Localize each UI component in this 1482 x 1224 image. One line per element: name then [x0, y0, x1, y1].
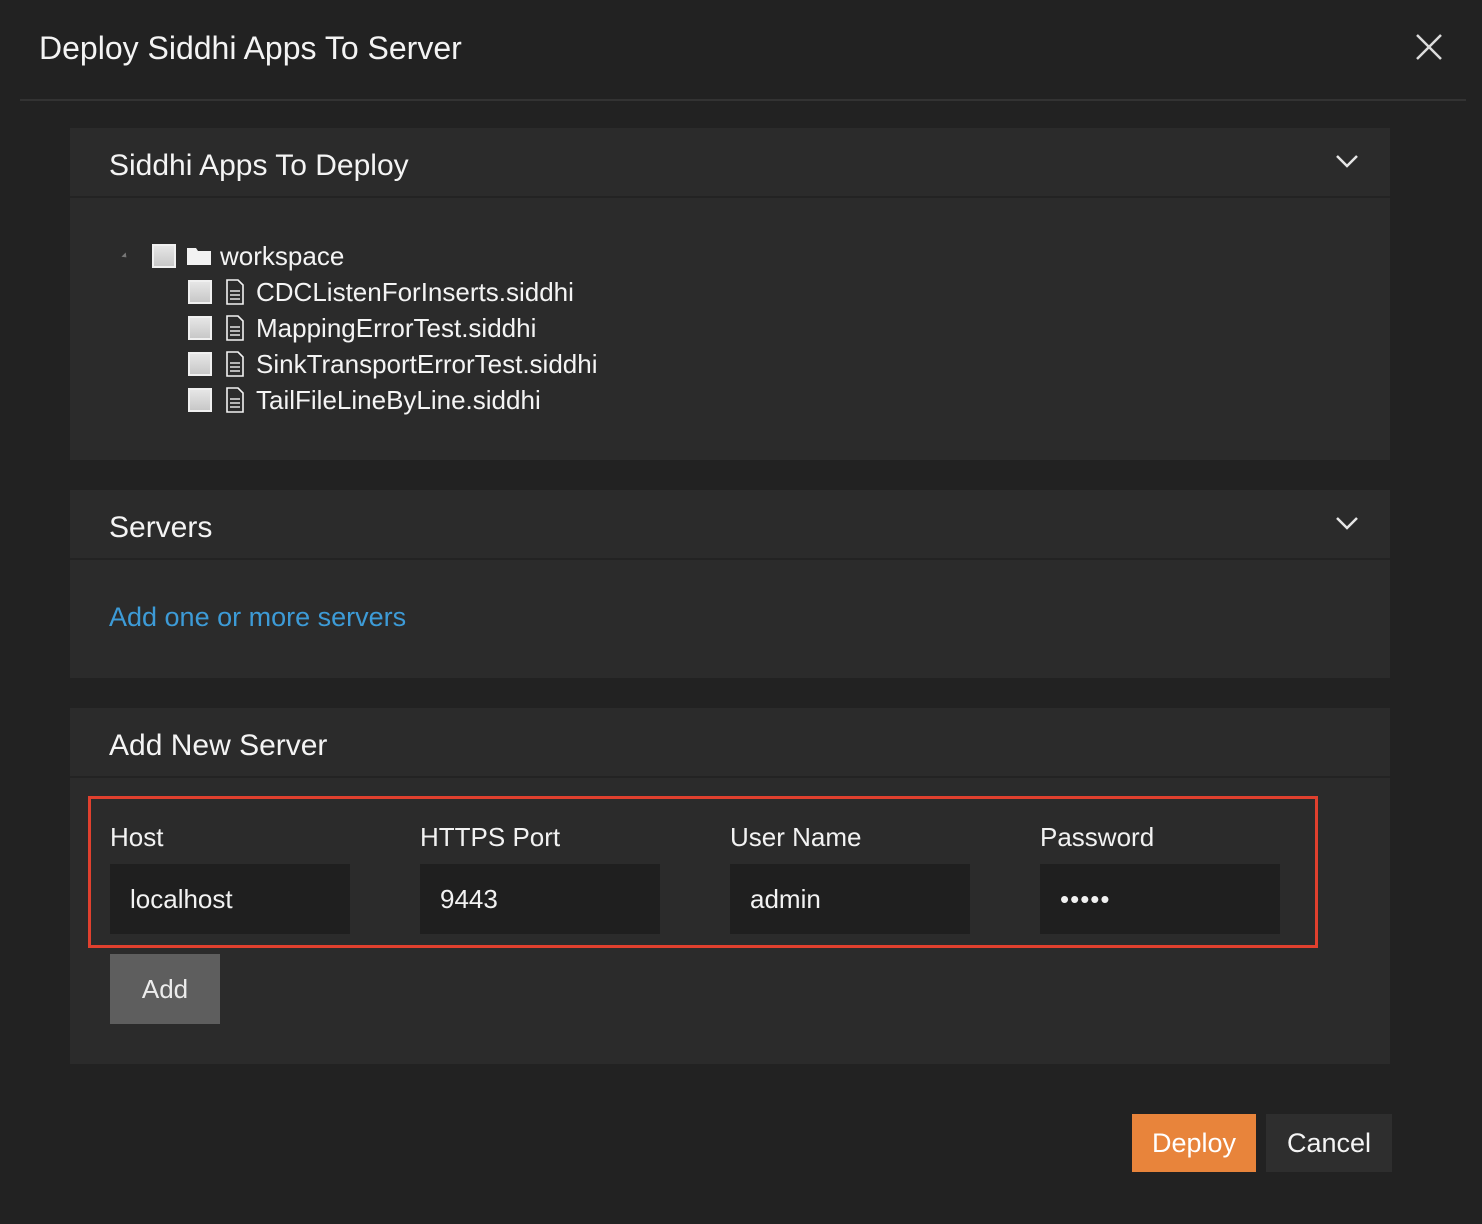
checkbox-file[interactable]: [188, 388, 212, 412]
checkbox-file[interactable]: [188, 316, 212, 340]
close-icon: [1416, 34, 1442, 60]
add-server-button[interactable]: Add: [110, 954, 220, 1024]
apps-panel-title: Siddhi Apps To Deploy: [109, 149, 409, 182]
tree-toggle-icon[interactable]: [121, 252, 129, 260]
cancel-button[interactable]: Cancel: [1266, 1114, 1392, 1172]
tree-file-row[interactable]: TailFileLineByLine.siddhi: [188, 384, 541, 416]
password-label: Password: [1040, 822, 1155, 852]
servers-panel: Servers Add one or more servers: [70, 490, 1390, 678]
password-input[interactable]: [1040, 864, 1280, 934]
close-button[interactable]: [1412, 30, 1446, 64]
servers-panel-title: Servers: [109, 511, 213, 544]
apps-panel: Siddhi Apps To Deploy workspace CDCListe…: [70, 128, 1390, 460]
chevron-down-icon[interactable]: [1334, 152, 1360, 170]
new-server-panel-header: Add New Server: [70, 708, 1390, 778]
tree-file-row[interactable]: SinkTransportErrorTest.siddhi: [188, 348, 598, 380]
file-icon: [222, 279, 248, 305]
tree-file-row[interactable]: MappingErrorTest.siddhi: [188, 312, 536, 344]
deploy-button[interactable]: Deploy: [1132, 1114, 1256, 1172]
checkbox-file[interactable]: [188, 352, 212, 376]
dialog-title: Deploy Siddhi Apps To Server: [39, 30, 462, 66]
tree-folder-row[interactable]: workspace: [121, 240, 345, 272]
tree-file-row[interactable]: CDCListenForInserts.siddhi: [188, 276, 574, 308]
username-label: User Name: [730, 822, 862, 852]
tree-file-label: SinkTransportErrorTest.siddhi: [256, 348, 598, 379]
port-label: HTTPS Port: [420, 822, 561, 852]
host-input[interactable]: [110, 864, 350, 934]
tree-file-label: MappingErrorTest.siddhi: [256, 312, 537, 343]
tree-file-label: CDCListenForInserts.siddhi: [256, 276, 574, 307]
add-servers-link[interactable]: Add one or more servers: [109, 602, 406, 633]
tree-folder-label: workspace: [220, 240, 345, 271]
chevron-down-icon[interactable]: [1334, 514, 1360, 532]
checkbox-file[interactable]: [188, 280, 212, 304]
checkbox-workspace[interactable]: [152, 244, 176, 268]
port-input[interactable]: [420, 864, 660, 934]
file-icon: [222, 315, 248, 341]
username-input[interactable]: [730, 864, 970, 934]
new-server-panel-title: Add New Server: [109, 729, 328, 762]
header-divider: [20, 99, 1466, 101]
host-label: Host: [110, 822, 164, 852]
file-icon: [222, 351, 248, 377]
tree-file-label: TailFileLineByLine.siddhi: [256, 384, 541, 415]
servers-panel-header[interactable]: Servers: [70, 490, 1390, 560]
folder-icon: [186, 243, 212, 269]
apps-panel-header[interactable]: Siddhi Apps To Deploy: [70, 128, 1390, 198]
file-icon: [222, 387, 248, 413]
